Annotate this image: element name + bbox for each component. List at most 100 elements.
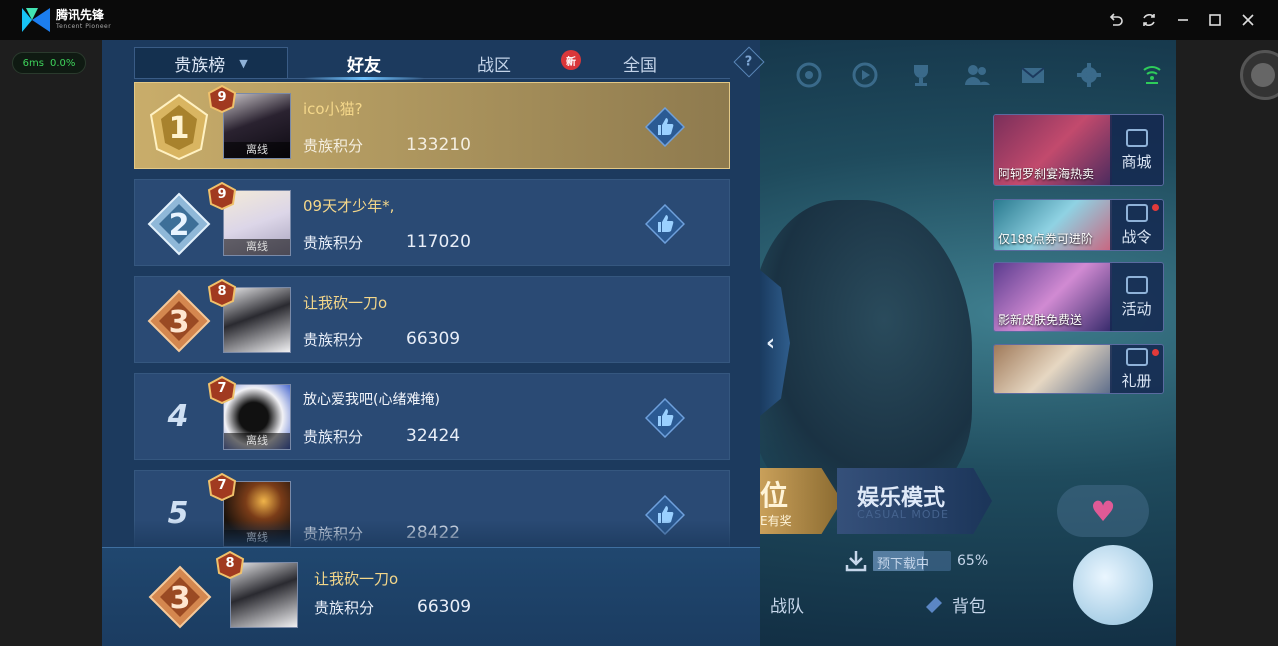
- ranked-mode-label: 位: [760, 479, 789, 512]
- refresh-icon[interactable]: [1137, 8, 1161, 32]
- nav-bag-label: 背包: [952, 597, 986, 617]
- mascot-pet[interactable]: ♥: [1057, 485, 1175, 635]
- app-subtitle: Tencent Pioneer: [56, 23, 112, 30]
- player-name: 让我砍一刀o: [314, 570, 399, 588]
- noble-level: 9: [217, 90, 227, 105]
- notification-dot: [1152, 349, 1159, 356]
- lobby-top-icons: [792, 58, 1106, 92]
- mail-icon[interactable]: [1016, 58, 1050, 92]
- player-name: 让我砍一刀o: [303, 294, 388, 312]
- rank-bronze-emblem: 3: [146, 563, 214, 631]
- giftbook-icon: [1125, 347, 1148, 366]
- leaderboard-row[interactable]: 2 离线 9 09天才少年*, 贵族积分 117020: [134, 179, 730, 266]
- like-thumbs-up-icon[interactable]: [644, 494, 686, 536]
- noble-level: 8: [225, 556, 235, 571]
- tab-region[interactable]: 战区: [434, 47, 554, 79]
- leaderboard-type-dropdown[interactable]: 贵族榜 ▼: [134, 47, 288, 79]
- promo-store[interactable]: 阿轲罗刹宴海热卖 商城: [993, 114, 1164, 186]
- offline-label: 离线: [224, 530, 290, 546]
- score-value: 117020: [406, 232, 471, 252]
- score-value: 32424: [406, 426, 461, 446]
- noble-level: 9: [217, 187, 227, 202]
- dropdown-label: 贵族榜: [174, 55, 226, 76]
- rank-number: 3: [169, 305, 190, 340]
- rank-silver-emblem: 2: [145, 190, 213, 258]
- leaderboard-row[interactable]: 1 离线 9 ico小猫? 贵族积分 133210: [134, 82, 730, 169]
- promo-caption: 仅188点券可进阶: [998, 232, 1093, 246]
- friends-icon[interactable]: [960, 58, 994, 92]
- promo-caption: 阿轲罗刹宴海热卖: [998, 167, 1095, 181]
- player-name: 09天才少年*,: [303, 197, 395, 215]
- noble-level-badge: 8: [207, 278, 237, 308]
- offline-label: 离线: [224, 433, 290, 449]
- download-icon: [845, 551, 867, 572]
- chevron-down-icon: ▼: [239, 56, 248, 70]
- heart-icon: ♥: [1090, 494, 1116, 528]
- battlepass-icon: [1125, 203, 1148, 222]
- maximize-icon[interactable]: [1203, 8, 1227, 32]
- minimize-icon[interactable]: [1171, 8, 1195, 32]
- offline-label: 离线: [224, 239, 290, 255]
- score-value: 66309: [417, 597, 472, 617]
- target-icon[interactable]: [792, 58, 826, 92]
- close-icon[interactable]: [1236, 8, 1260, 32]
- casual-mode-sub: CASUAL MODE: [857, 508, 949, 521]
- chevron-left-icon: ‹: [766, 330, 776, 356]
- undo-icon[interactable]: [1104, 8, 1128, 32]
- promo-battlepass[interactable]: 仅188点券可进阶 战令: [993, 199, 1164, 251]
- rank-number: 4: [167, 399, 189, 434]
- casual-mode-button[interactable]: 娱乐模式 CASUAL MODE: [837, 468, 992, 534]
- rank-number: 2: [169, 208, 190, 243]
- help-button[interactable]: ?: [733, 46, 765, 78]
- score-label: 贵族积分: [303, 331, 364, 349]
- download-percent: 65%: [957, 553, 989, 569]
- promo-side-label: 商城: [1121, 152, 1152, 171]
- noble-level: 7: [217, 478, 227, 493]
- emulator-titlebar: 腾讯先锋 Tencent Pioneer: [0, 0, 1278, 40]
- like-thumbs-up-icon[interactable]: [644, 397, 686, 439]
- nav-team-label: 战队: [770, 597, 804, 617]
- settings-gear-icon[interactable]: [1072, 58, 1106, 92]
- score-label: 贵族积分: [303, 525, 364, 543]
- wifi-icon: [1142, 62, 1162, 90]
- predownload-status[interactable]: 预下载中 65%: [845, 548, 995, 574]
- noble-level: 8: [217, 284, 227, 299]
- events-icon: [1125, 275, 1148, 294]
- promo-side-label: 礼册: [1121, 371, 1152, 390]
- score-label: 贵族积分: [314, 599, 375, 617]
- score-value: 28422: [406, 523, 461, 543]
- leaderboard-row[interactable]: 3 8 让我砍一刀o 贵族积分 66309: [134, 276, 730, 363]
- backpack-icon: [926, 596, 942, 613]
- player-name: 放心爱我吧(心绪难掩): [303, 392, 440, 408]
- like-thumbs-up-icon[interactable]: [644, 203, 686, 245]
- score-value: 133210: [406, 135, 471, 155]
- promo-caption: 影新皮肤免费送: [998, 313, 1083, 327]
- rank-number: 1: [169, 111, 190, 146]
- noble-level-badge: 8: [215, 550, 245, 580]
- left-gutter: [0, 40, 102, 646]
- nav-team[interactable]: 战队: [770, 592, 804, 617]
- trophy-icon[interactable]: [904, 58, 938, 92]
- leaderboard-row[interactable]: 5 离线 7 贵族积分 28422: [134, 470, 730, 557]
- replay-icon[interactable]: [848, 58, 882, 92]
- rank-number: 5: [167, 496, 189, 531]
- like-thumbs-up-icon[interactable]: [644, 106, 686, 148]
- emulator-logo-icon: [20, 6, 52, 34]
- tab-national[interactable]: 全国: [580, 47, 700, 79]
- score-label: 贵族积分: [303, 428, 364, 446]
- notification-dot: [1152, 204, 1159, 211]
- noble-level-badge: 9: [207, 181, 237, 211]
- leaderboard-row[interactable]: 4 离线 7 放心爱我吧(心绪难掩) 贵族积分 32424: [134, 373, 730, 460]
- offline-label: 离线: [224, 142, 290, 158]
- mascot-figure: [1073, 545, 1153, 625]
- promo-events[interactable]: 影新皮肤免费送 活动: [993, 262, 1164, 332]
- nav-bag[interactable]: 背包: [922, 592, 986, 617]
- tab-friends[interactable]: 好友: [304, 47, 424, 79]
- rank-gold-emblem: 1: [145, 93, 213, 161]
- right-gutter: [1176, 40, 1278, 646]
- noble-level-badge: 7: [207, 375, 237, 405]
- download-label: 预下载中: [877, 557, 930, 572]
- noble-level: 7: [217, 381, 227, 396]
- leaderboard-tabs: 贵族榜 ▼ 好友 战区 新 全国 ?: [134, 46, 765, 80]
- promo-giftbook[interactable]: 礼册: [993, 344, 1164, 394]
